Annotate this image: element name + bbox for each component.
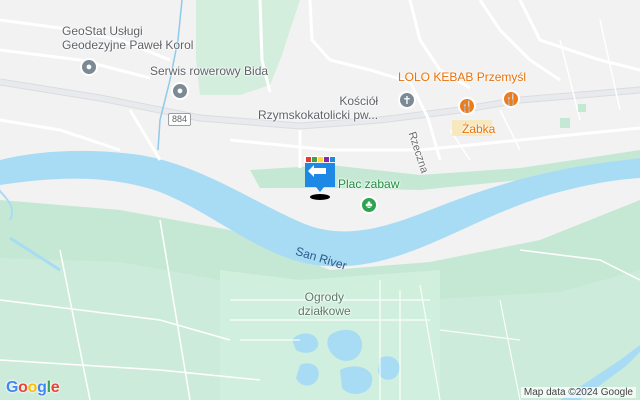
church-label[interactable]: Kościół Rzymskokatolicki pw... — [258, 94, 378, 122]
restaurant-icon-2[interactable]: 🍴 — [502, 90, 520, 108]
ogrody-dzialkowe-label[interactable]: Ogrody działkowe — [298, 290, 351, 318]
geostat-pin-icon[interactable]: ● — [80, 58, 98, 76]
route-884-shield: 884 — [168, 113, 192, 126]
map-attribution[interactable]: Map data ©2024 Google — [520, 387, 636, 398]
plac-zabaw-label[interactable]: Plac zabaw — [338, 177, 399, 191]
tree-icon[interactable]: ♣ — [360, 196, 378, 214]
bida-pin-icon[interactable]: ● — [171, 82, 189, 100]
bida-label[interactable]: Serwis rowerowy Bida — [150, 64, 268, 78]
google-logo: Google — [6, 379, 60, 396]
zabka-label[interactable]: Żabka — [462, 122, 495, 136]
geostat-label[interactable]: GeoStat Usługi Geodezyjne Paweł Korol — [62, 24, 193, 52]
restaurant-icon[interactable]: 🍴 — [458, 97, 476, 115]
lolo-kebab-label[interactable]: LOLO KEBAB Przemyśl — [398, 70, 526, 84]
custom-location-marker[interactable] — [304, 156, 336, 200]
map-canvas[interactable] — [0, 0, 640, 400]
church-cross-icon[interactable]: ✝ — [398, 91, 416, 109]
